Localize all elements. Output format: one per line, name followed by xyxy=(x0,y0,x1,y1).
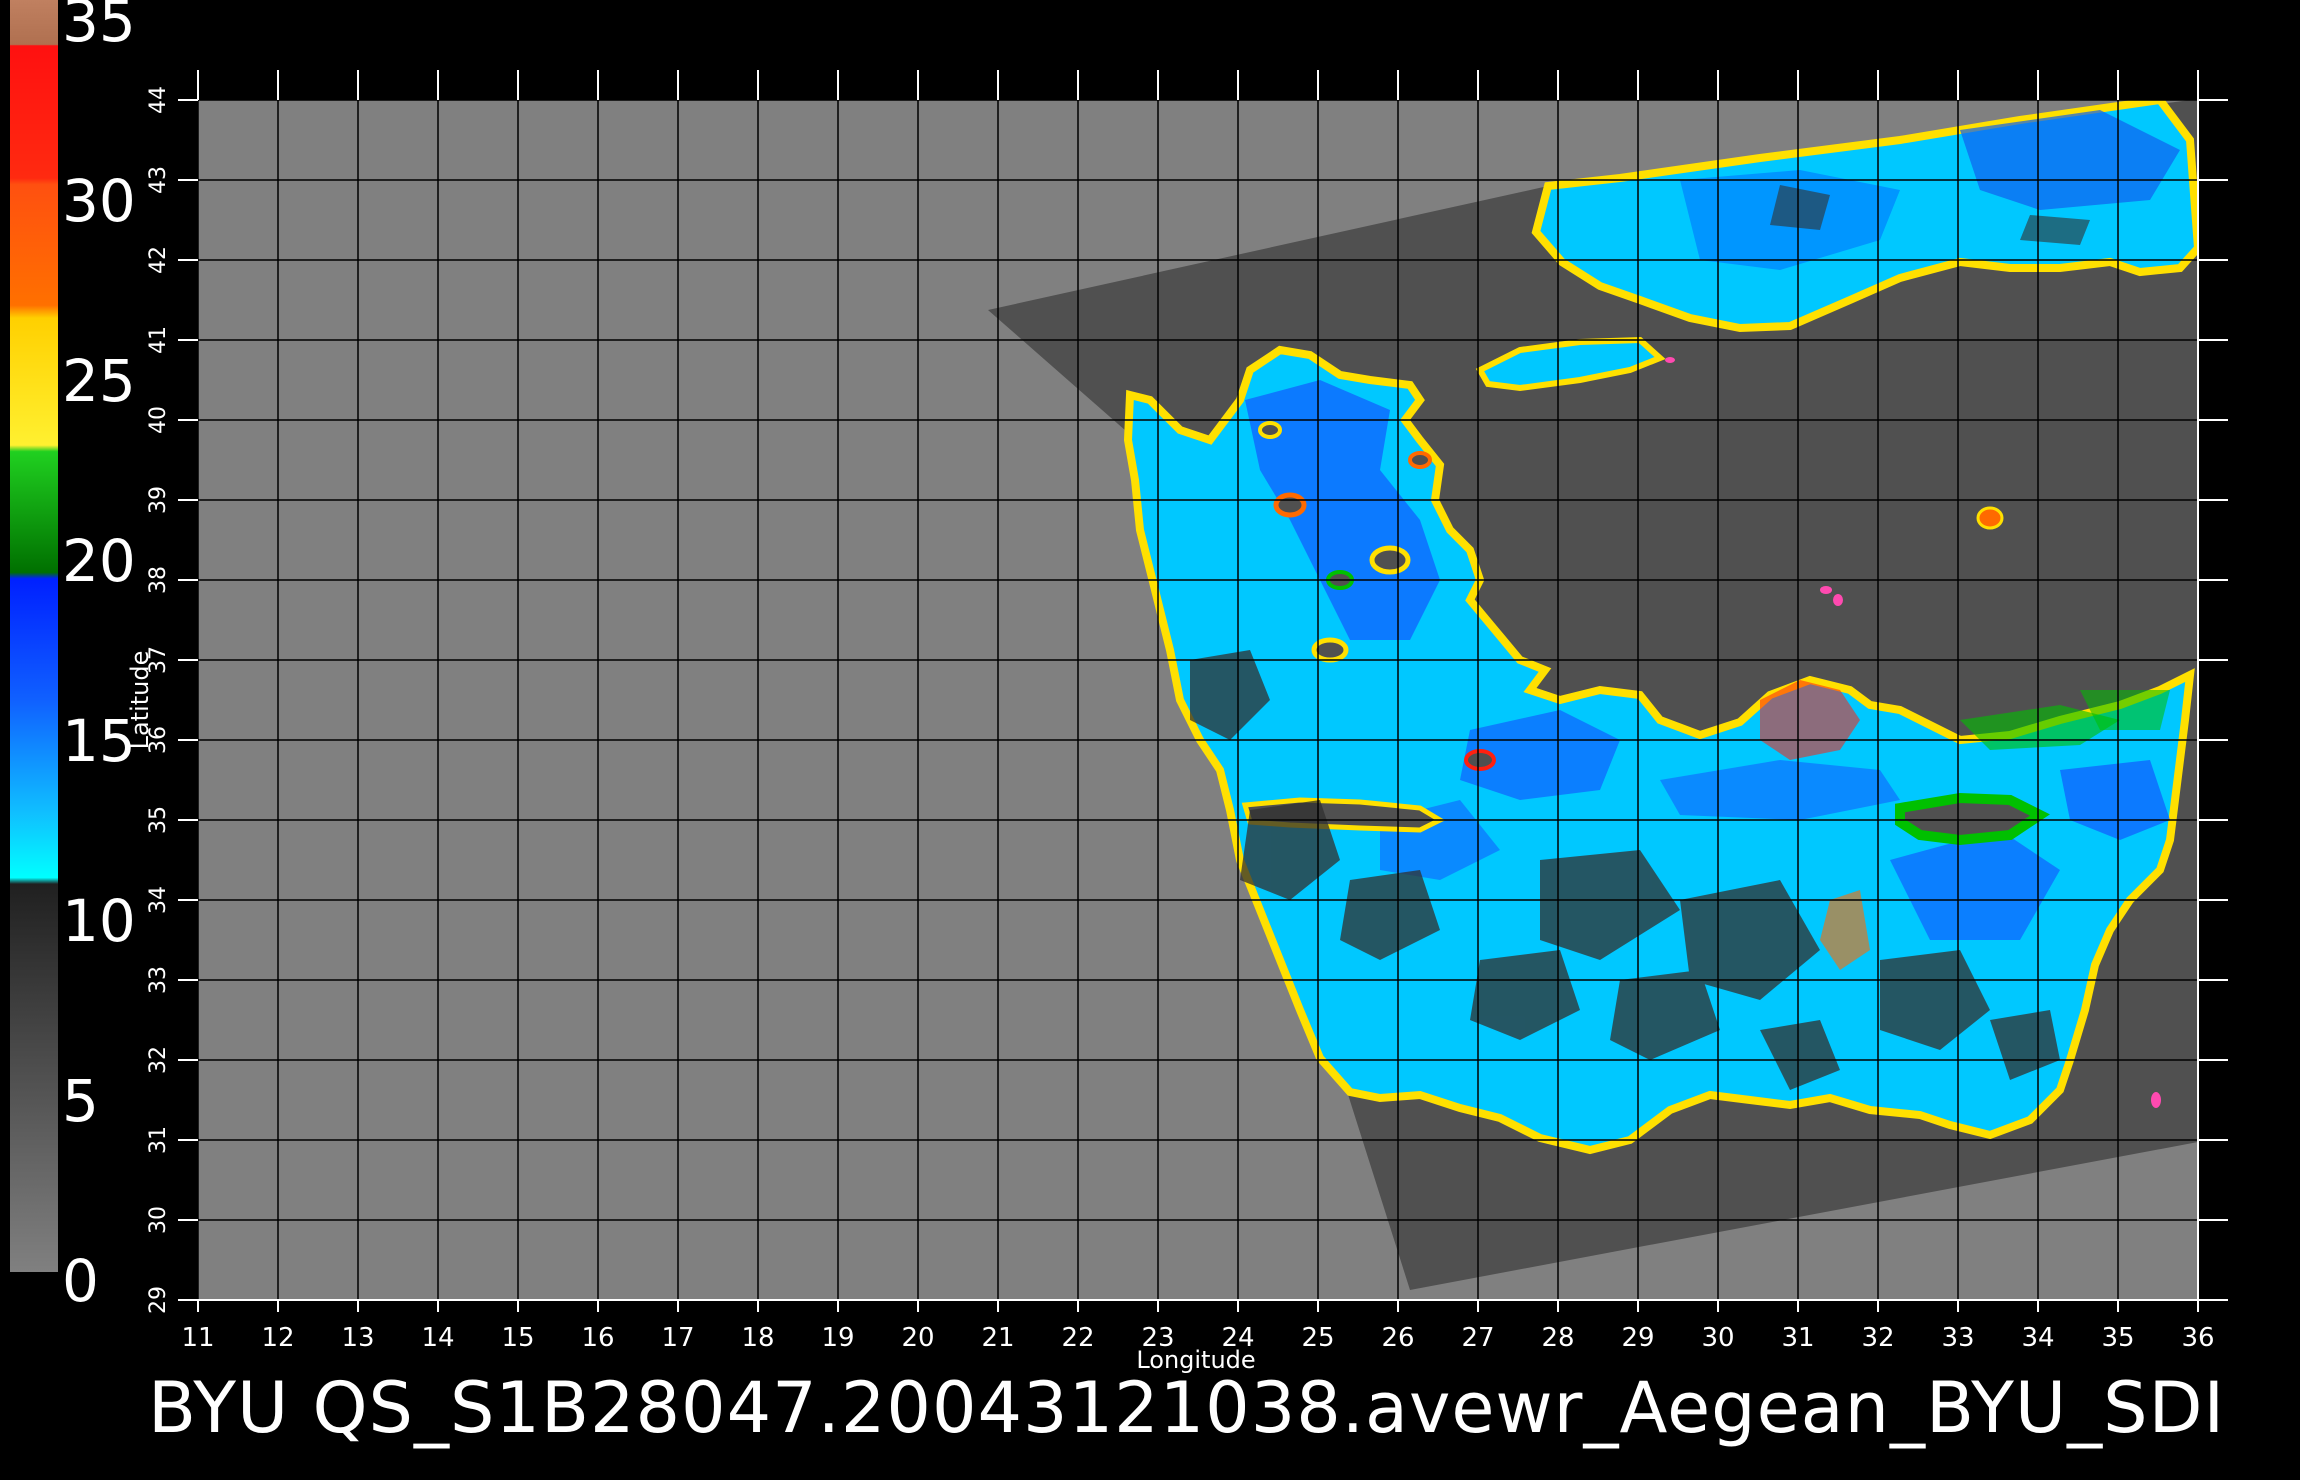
wind-map: 11 12 13 14 15 16 17 18 19 20 21 22 23 24 25 26 27 28 29 30… xyxy=(126,70,2228,1374)
y-tick-label-30: 30 xyxy=(146,1206,171,1234)
x-tick-label-21: 21 xyxy=(981,1323,1014,1353)
x-tick-label-25: 25 xyxy=(1301,1323,1334,1353)
x-tick-label-34: 34 xyxy=(2021,1323,2054,1353)
x-tick-label-31: 31 xyxy=(1781,1323,1814,1353)
x-tick-label-26: 26 xyxy=(1381,1323,1414,1353)
x-tick-label-11: 11 xyxy=(181,1323,214,1353)
y-tick-label-44: 44 xyxy=(146,86,171,114)
y-tick-label-41: 41 xyxy=(146,326,171,354)
x-tick-label-33: 33 xyxy=(1941,1323,1974,1353)
y-tick-label-33: 33 xyxy=(146,966,171,994)
cyprus xyxy=(1895,792,2050,846)
x-tick-label-12: 12 xyxy=(261,1323,294,1353)
x-tick-label-32: 32 xyxy=(1861,1323,1894,1353)
footer-title: BYU QS_S1B28047.20043121038.avewr_Aegean… xyxy=(148,1367,2226,1449)
x-tick-label-29: 29 xyxy=(1621,1323,1654,1353)
x-tick-label-17: 17 xyxy=(661,1323,694,1353)
x-tick-label-18: 18 xyxy=(741,1323,774,1353)
x-tick-label-30: 30 xyxy=(1701,1323,1734,1353)
x-tick-label-22: 22 xyxy=(1061,1323,1094,1353)
y-tick-label-31: 31 xyxy=(146,1126,171,1154)
y-tick-label-38: 38 xyxy=(146,566,171,594)
y-axis-label: Latitude xyxy=(126,651,154,750)
y-tick-label-35: 35 xyxy=(146,806,171,834)
x-tick-label-15: 15 xyxy=(501,1323,534,1353)
y-tick-label-40: 40 xyxy=(146,406,171,434)
x-tick-label-19: 19 xyxy=(821,1323,854,1353)
x-tick-label-20: 20 xyxy=(901,1323,934,1353)
x-tick-label-35: 35 xyxy=(2101,1323,2134,1353)
x-tick-label-27: 27 xyxy=(1461,1323,1494,1353)
x-tick-label-36: 36 xyxy=(2181,1323,2214,1353)
y-tick-label-39: 39 xyxy=(146,486,171,514)
y-tick-label-34: 34 xyxy=(146,886,171,914)
y-tick-label-29: 29 xyxy=(146,1286,171,1314)
x-tick-label-16: 16 xyxy=(581,1323,614,1353)
y-tick-label-32: 32 xyxy=(146,1046,171,1074)
x-tick-label-13: 13 xyxy=(341,1323,374,1353)
x-tick-label-14: 14 xyxy=(421,1323,454,1353)
y-tick-label-43: 43 xyxy=(146,166,171,194)
x-tick-label-28: 28 xyxy=(1541,1323,1574,1353)
y-tick-label-42: 42 xyxy=(146,246,171,274)
